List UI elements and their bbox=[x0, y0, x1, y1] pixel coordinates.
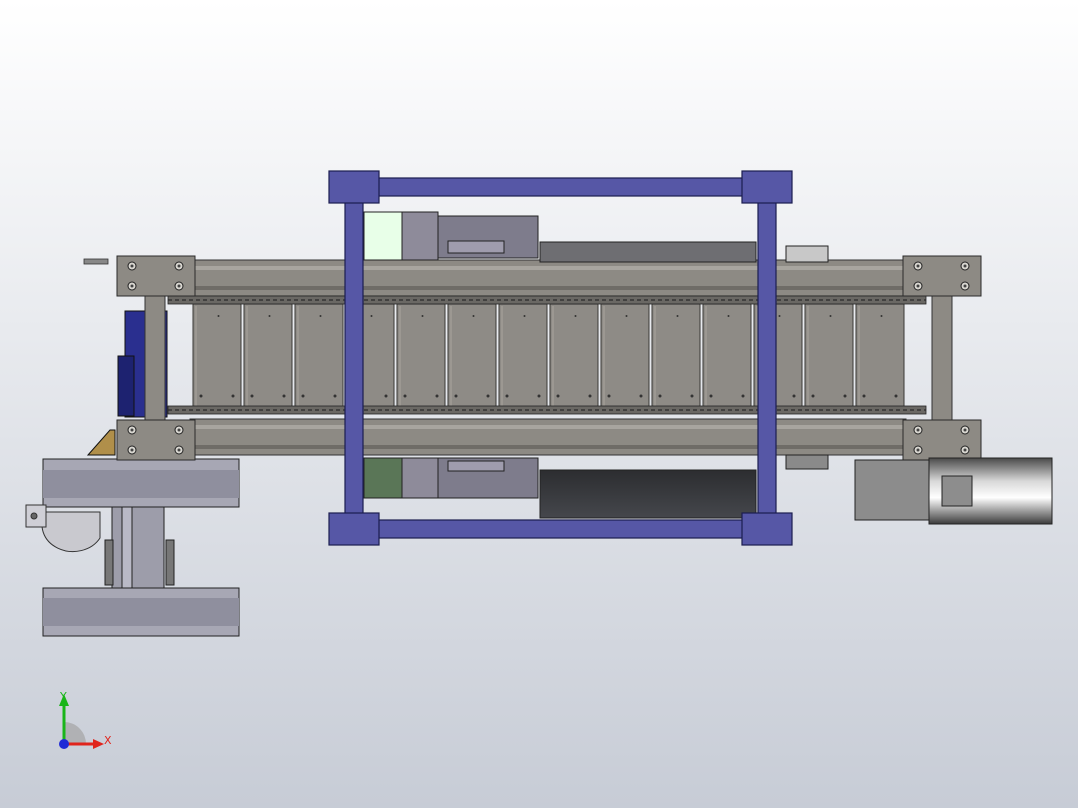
left-small-bracket bbox=[83, 258, 109, 265]
end-plate bbox=[902, 419, 982, 461]
bolt-icon bbox=[174, 445, 184, 455]
bolt-icon bbox=[913, 425, 923, 435]
conveyor-slat bbox=[396, 303, 446, 409]
conveyor-slat bbox=[294, 303, 344, 409]
conveyor-slat bbox=[549, 303, 599, 409]
bolt-icon bbox=[174, 281, 184, 291]
x-axis-label: X bbox=[104, 734, 112, 747]
frame-corner-top-right bbox=[741, 170, 793, 204]
conveyor-slat bbox=[855, 303, 905, 409]
conveyor-slat bbox=[804, 303, 854, 409]
bolt-icon bbox=[127, 261, 137, 271]
end-plate bbox=[116, 419, 196, 461]
frame-corner-bottom-left bbox=[328, 512, 380, 546]
bolt-icon bbox=[913, 261, 923, 271]
conveyor-chain-top bbox=[167, 295, 927, 305]
end-plate bbox=[902, 255, 982, 297]
bolt-icon bbox=[913, 281, 923, 291]
conveyor-slat bbox=[702, 303, 752, 409]
cad-viewport[interactable]: Y X bbox=[0, 0, 1078, 808]
bolt-icon bbox=[960, 445, 970, 455]
bolt-icon bbox=[127, 281, 137, 291]
conveyor-slat bbox=[192, 303, 242, 409]
y-axis-label: Y bbox=[59, 690, 67, 703]
bolt-icon bbox=[960, 281, 970, 291]
bolt-icon bbox=[174, 261, 184, 271]
end-plate bbox=[116, 255, 196, 297]
bolt-icon bbox=[913, 445, 923, 455]
conveyor-slat bbox=[498, 303, 548, 409]
bolt-icon bbox=[174, 425, 184, 435]
frame-corner-bottom-right bbox=[741, 512, 793, 546]
bolt-icon bbox=[960, 425, 970, 435]
bolt-icon bbox=[960, 261, 970, 271]
bolt-icon bbox=[127, 425, 137, 435]
conveyor-slat bbox=[447, 303, 497, 409]
right-gear-motor[interactable] bbox=[854, 457, 1053, 525]
conveyor-chain-bottom bbox=[167, 405, 927, 415]
bolt-icon bbox=[127, 445, 137, 455]
conveyor-slat bbox=[600, 303, 650, 409]
conveyor-slat bbox=[243, 303, 293, 409]
frame-corner-top-left bbox=[328, 170, 380, 204]
conveyor-slat bbox=[651, 303, 701, 409]
